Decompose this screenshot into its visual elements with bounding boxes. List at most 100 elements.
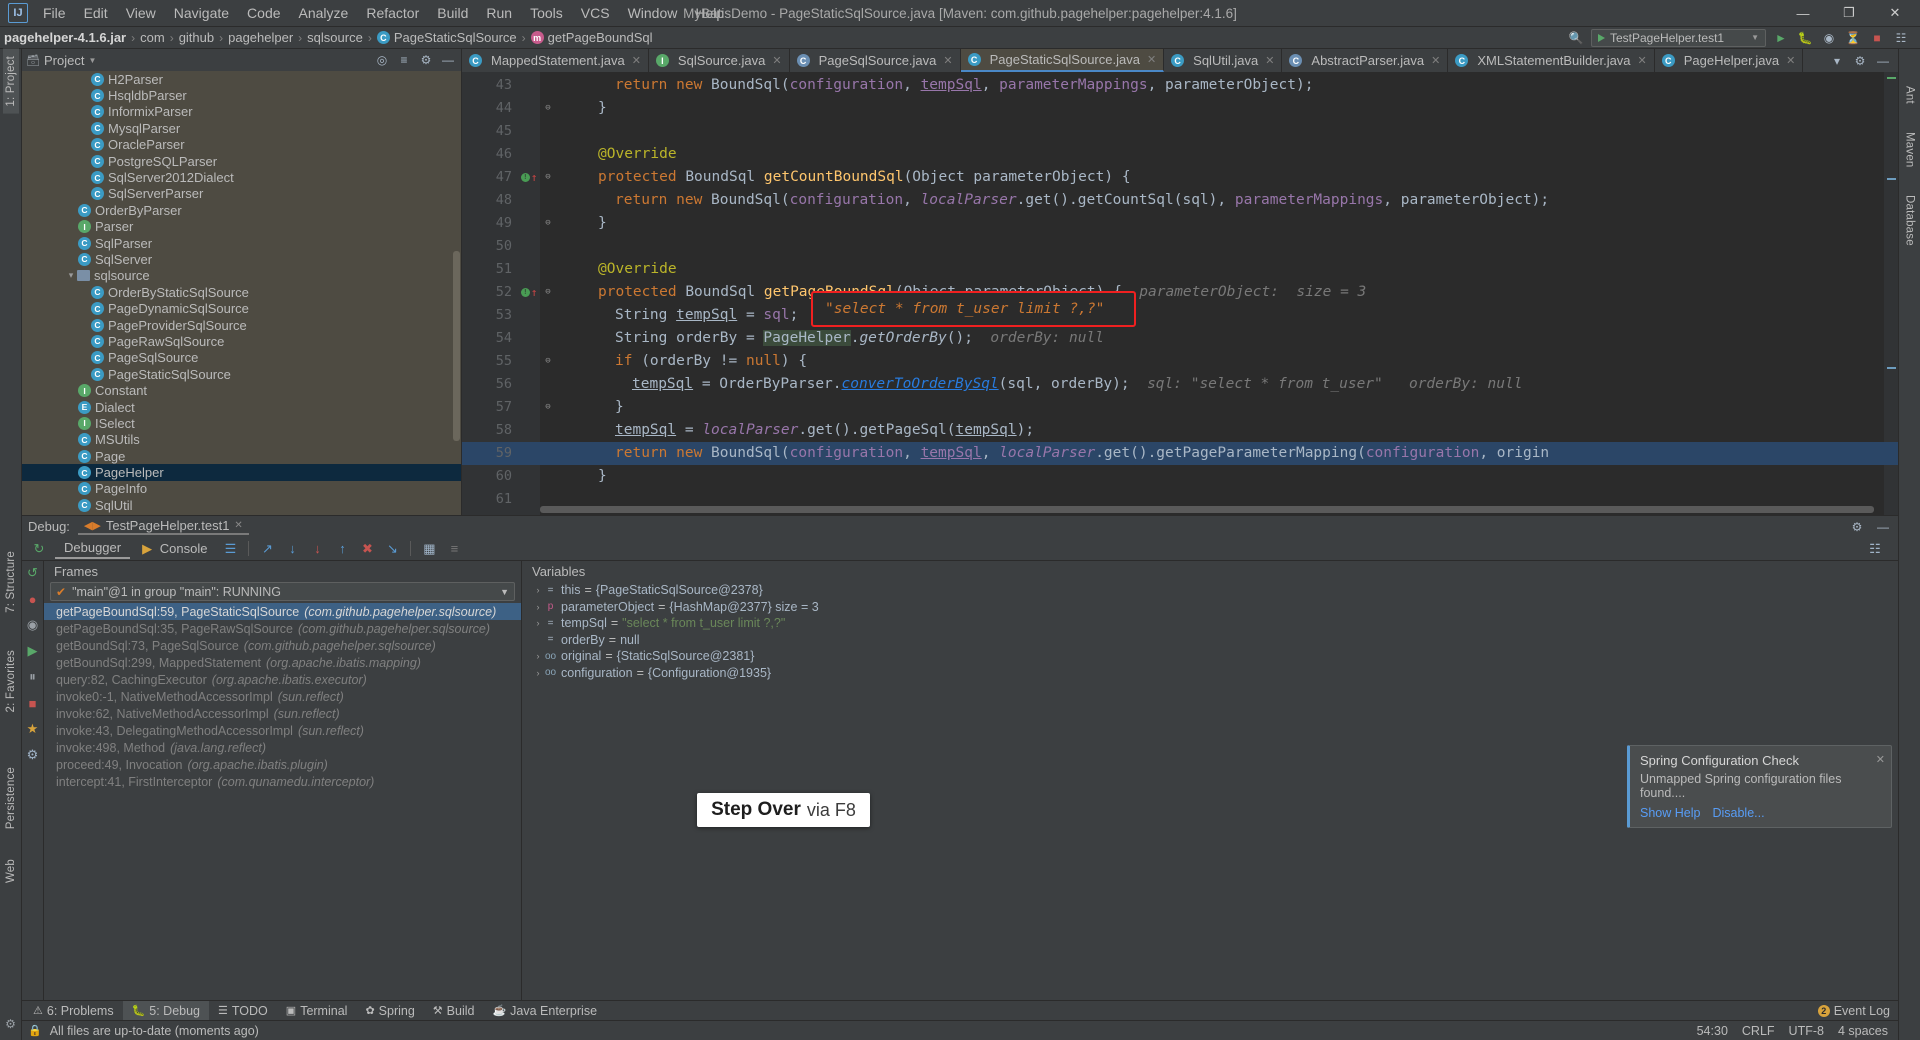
search-icon[interactable]: 🔍 [1567, 29, 1585, 47]
menu-window[interactable]: Window [619, 2, 687, 24]
gutter-markers[interactable]: ! ↑ [518, 172, 540, 183]
frame-row[interactable]: invoke:498, Method (java.lang.reflect) [44, 739, 521, 756]
bottom-tab-todo[interactable]: ☰ TODO [209, 1001, 277, 1021]
code-line-45[interactable]: 45 [462, 120, 1898, 143]
gear-icon[interactable]: ⚙ [417, 51, 435, 69]
tree-item-pagerawsqlsource[interactable]: C PageRawSqlSource [22, 333, 461, 349]
tree-item-sqlparser[interactable]: C SqlParser [22, 235, 461, 251]
chevron-down-icon[interactable]: ▾ [65, 270, 77, 281]
coverage-icon[interactable]: ◉ [1820, 29, 1838, 47]
tree-item-parser[interactable]: I Parser [22, 219, 461, 235]
stop-icon[interactable]: ■ [22, 693, 44, 713]
menu-build[interactable]: Build [428, 2, 477, 24]
close-button[interactable]: ✕ [1872, 0, 1918, 27]
sidebar-tab-project[interactable]: 1: Project [2, 49, 19, 114]
code-line-44[interactable]: 44 ⊖} [462, 97, 1898, 120]
sidebar-tab-database[interactable]: Database [1902, 188, 1918, 253]
tree-item-orderbystaticsqlsource[interactable]: C OrderByStaticSqlSource [22, 284, 461, 300]
frame-row[interactable]: getPageBoundSql:59, PageStaticSqlSource (… [44, 603, 521, 620]
show-help-link[interactable]: Show Help [1640, 806, 1700, 820]
tree-item-orderbyparser[interactable]: C OrderByParser [22, 202, 461, 218]
tree-item-sqlutilconfig[interactable]: CSqlUtilConfig [22, 514, 461, 515]
bottom-tab-terminal[interactable]: ▣ Terminal [277, 1001, 357, 1021]
indent-setting[interactable]: 4 spaces [1838, 1024, 1888, 1038]
expand-chevron-icon[interactable]: › [532, 602, 544, 612]
sidebar-tab-structure[interactable]: 7: Structure [3, 544, 19, 620]
menu-vcs[interactable]: VCS [572, 2, 619, 24]
code-line-60[interactable]: 60} [462, 465, 1898, 488]
override-marker-icon[interactable]: ↑ [531, 172, 538, 183]
variable-row-original[interactable]: › oo original = {StaticSqlSource@2381} [522, 648, 1898, 665]
expand-chevron-icon[interactable]: › [532, 585, 544, 595]
run-configuration-selector[interactable]: TestPageHelper.test1 ▼ [1591, 28, 1766, 47]
code-line-58[interactable]: 58 tempSql = localParser.get().getPageSql… [462, 419, 1898, 442]
profile-icon[interactable]: ⏳ [1844, 29, 1862, 47]
step-over-icon[interactable]: ↗ [256, 539, 278, 559]
tab-settings-icon[interactable]: ⚙ [1851, 52, 1869, 70]
menu-code[interactable]: Code [238, 2, 289, 24]
step-into-icon[interactable]: ↓ [281, 539, 303, 559]
tree-item-hsqldbparser[interactable]: C HsqldbParser [22, 87, 461, 103]
fold-marker-icon[interactable]: ⊖ [540, 396, 556, 419]
tab-debugger[interactable]: Debugger [55, 538, 131, 559]
tree-item-sqlserver[interactable]: C SqlServer [22, 251, 461, 267]
breadcrumb-root[interactable]: pagehelper-4.1.6.jar [4, 30, 126, 45]
drop-frame-icon[interactable]: ✖ [356, 539, 378, 559]
frame-row[interactable]: invoke:62, NativeMethodAccessorImpl (sun.… [44, 705, 521, 722]
sidebar-tab-ant[interactable]: Ant [1902, 79, 1918, 111]
editor-tab-pagesqlsource[interactable]: C PageSqlSource.java ✕ [790, 49, 961, 72]
sidebar-tab-maven[interactable]: Maven [1902, 125, 1918, 175]
pause-icon[interactable]: ⏸ [22, 667, 44, 687]
code-line-50[interactable]: 50 [462, 235, 1898, 258]
menu-edit[interactable]: Edit [75, 2, 117, 24]
hide-icon[interactable]: — [1874, 518, 1892, 536]
sidebar-tab-persistence[interactable]: Persistence [3, 760, 19, 836]
fold-marker-icon[interactable]: ⊖ [540, 166, 556, 189]
code-line-61[interactable]: 61 [462, 488, 1898, 511]
editor-tab-pagestaticsqlsource[interactable]: C PageStaticSqlSource.java ✕ [960, 49, 1165, 72]
view-breakpoints-icon[interactable]: ☰ [219, 539, 241, 559]
editor-tab-abstractparser[interactable]: C AbstractParser.java ✕ [1282, 49, 1449, 72]
menu-file[interactable]: File [34, 2, 75, 24]
close-icon[interactable]: ✕ [1638, 54, 1647, 67]
code-editor[interactable]: 43 return new BoundSql(configuration, tem… [462, 72, 1898, 515]
caret-position[interactable]: 54:30 [1697, 1024, 1728, 1038]
tab-hide-icon[interactable]: — [1874, 52, 1892, 70]
run-to-cursor-icon[interactable]: ↘ [381, 539, 403, 559]
override-marker-icon[interactable]: ↑ [531, 287, 538, 298]
fold-marker-icon[interactable]: ⊖ [540, 281, 556, 304]
bottom-tab-debug[interactable]: 🐛 5: Debug [122, 1000, 210, 1021]
sort-icon[interactable]: ≡ [443, 539, 465, 559]
project-tree-scrollbar[interactable] [453, 251, 460, 441]
frames-list[interactable]: getPageBoundSql:59, PageStaticSqlSource (… [44, 603, 521, 1000]
resume-icon[interactable]: ↺ [22, 563, 44, 583]
expand-chevron-icon[interactable]: › [532, 668, 544, 678]
variable-row-this[interactable]: › = this = {PageStaticSqlSource@2378} [522, 582, 1898, 599]
menu-run[interactable]: Run [477, 2, 521, 24]
force-step-into-icon[interactable]: ↓ [306, 539, 328, 559]
debug-icon[interactable]: 🐛 [1796, 29, 1814, 47]
close-icon[interactable]: ✕ [1147, 53, 1156, 66]
code-line-51[interactable]: 51 @Override [462, 258, 1898, 281]
tree-item-dialect[interactable]: E Dialect [22, 399, 461, 415]
menu-refactor[interactable]: Refactor [357, 2, 428, 24]
minimize-button[interactable]: — [1780, 0, 1826, 27]
fold-marker-icon[interactable]: ⊖ [540, 212, 556, 235]
mute-breakpoints-icon[interactable]: ◉ [22, 615, 44, 635]
code-line-55[interactable]: 55 ⊖ if (orderBy != null) { [462, 350, 1898, 373]
gutter-markers[interactable]: ! ↑ [518, 287, 540, 298]
tree-item-informixparser[interactable]: C InformixParser [22, 104, 461, 120]
settings-icon[interactable]: ⚙ [22, 745, 44, 765]
breadcrumb-com[interactable]: com [140, 30, 165, 45]
maximize-button[interactable]: ❐ [1826, 0, 1872, 27]
tree-item-sqlserver2012dialect[interactable]: C SqlServer2012Dialect [22, 169, 461, 185]
code-line-43[interactable]: 43 return new BoundSql(configuration, tem… [462, 74, 1898, 97]
frame-row[interactable]: query:82, CachingExecutor (org.apache.iba… [44, 671, 521, 688]
debug-session-tab[interactable]: ◀▶ TestPageHelper.test1 ✕ [77, 518, 249, 535]
menu-help[interactable]: Help [686, 2, 733, 24]
tree-item-mysqlparser[interactable]: C MysqlParser [22, 120, 461, 136]
tree-item-pageprovidersqlsource[interactable]: C PageProviderSqlSource [22, 317, 461, 333]
tab-list-icon[interactable]: ▾ [1828, 52, 1846, 70]
editor-tab-pagehelper[interactable]: C PageHelper.java ✕ [1655, 49, 1804, 72]
bottom-tab-build[interactable]: ⚒ Build [424, 1001, 484, 1021]
